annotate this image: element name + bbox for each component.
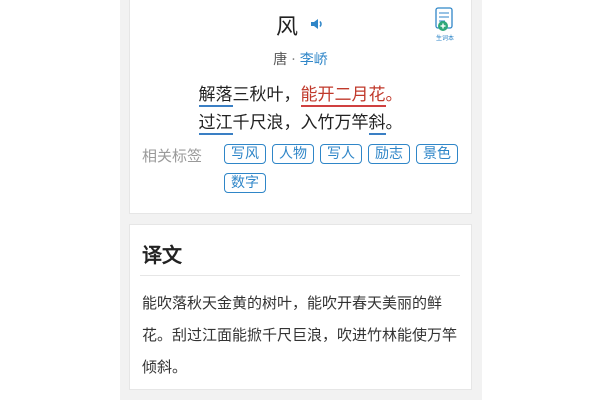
poem-line-1: 解落三秋叶，能开二月花。	[130, 81, 471, 109]
poem-title-row: 风	[130, 9, 471, 40]
tags-label: 相关标签	[142, 147, 203, 165]
divider	[140, 275, 460, 276]
translation-card: 译文 能吹落秋天金黄的树叶，能吹开春天美丽的鲜花。刮过江面能掀千尺巨浪，吹进竹林…	[129, 224, 472, 390]
poem-body: 解落三秋叶，能开二月花。 过江千尺浪，入竹万竿斜。	[130, 81, 471, 137]
translation-text: 能吹落秋天金黄的树叶，能吹开春天美丽的鲜花。刮过江面能掀千尺巨浪，吹进竹林能使万…	[142, 294, 458, 376]
highlighted-phrase[interactable]: 能开二月花	[300, 85, 386, 107]
author-link[interactable]: 李峤	[300, 52, 328, 68]
notebook-label: 生词本	[435, 35, 454, 42]
poem-text: 三秋叶，	[232, 85, 301, 105]
poem-punctuation: 。	[385, 113, 403, 133]
speaker-icon[interactable]	[309, 16, 325, 32]
dynasty: 唐	[273, 52, 288, 68]
tag-item[interactable]: 写风	[224, 144, 266, 164]
poem-text: 千尺浪，入竹万竿	[232, 113, 369, 133]
poem-card: 风 生词本 唐 · 李峤 解落三秋叶，能开二月花。 过江千尺浪，入竹万竿斜。 相…	[129, 0, 472, 214]
annotated-word[interactable]: 解落	[198, 85, 233, 107]
poem-line-2: 过江千尺浪，入竹万竿斜。	[130, 109, 471, 137]
tag-item[interactable]: 数字	[224, 173, 266, 193]
tag-list: 写风 人物 写人 励志 景色数字	[224, 143, 464, 201]
separator: ·	[291, 52, 296, 68]
vocabulary-notebook-button[interactable]: 生词本	[433, 7, 457, 42]
author-line: 唐 · 李峤	[130, 49, 471, 69]
annotated-word[interactable]: 过江	[198, 113, 233, 135]
translation-heading: 译文	[142, 243, 182, 267]
poem-punctuation: 。	[385, 85, 403, 105]
tag-item[interactable]: 景色	[416, 144, 458, 164]
poem-title: 风	[275, 15, 298, 40]
tag-item[interactable]: 人物	[272, 144, 314, 164]
tag-item[interactable]: 写人	[320, 144, 362, 164]
tag-item[interactable]: 励志	[368, 144, 410, 164]
annotated-word[interactable]: 斜	[368, 113, 386, 135]
